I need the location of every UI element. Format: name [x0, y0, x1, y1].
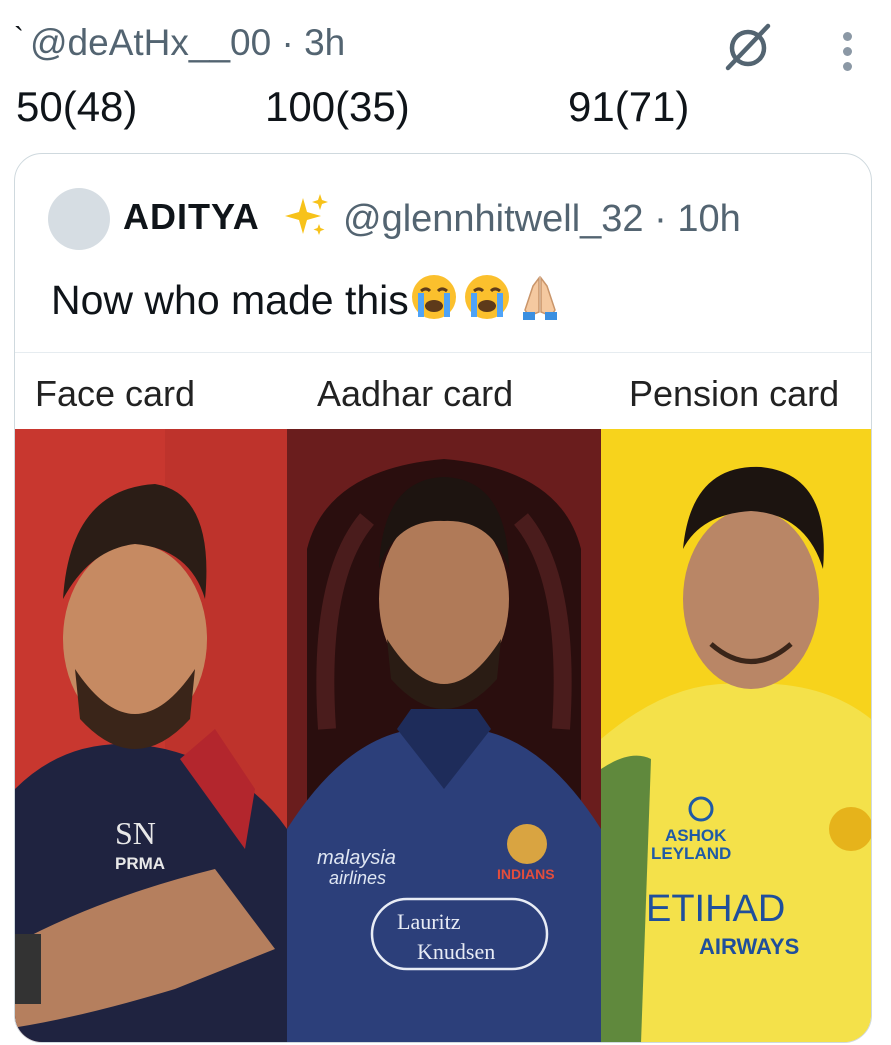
no-circle-icon[interactable]	[722, 20, 774, 72]
quoted-text-body: Now who made this	[51, 277, 409, 323]
quoted-handle-time: @glennhitwell_32 · 10h	[343, 198, 741, 240]
jersey-text-indians: INDIANS	[497, 866, 555, 882]
meme-label-row: Face card Aadhar card Pension card	[15, 353, 871, 429]
jersey-text-etihad: ETIHAD	[646, 888, 785, 930]
crying-face-icon	[411, 275, 456, 319]
label-aadhar-card: Aadhar card	[317, 373, 514, 414]
meme-image[interactable]: Face card Aadhar card Pension card SN PR…	[15, 352, 871, 1042]
tweet-time[interactable]: 3h	[304, 22, 345, 63]
jersey-text-prma: PRMA	[115, 854, 165, 873]
jersey-text-knudsen: Knudsen	[417, 939, 495, 964]
more-vertical-icon[interactable]	[840, 32, 854, 72]
score-2: 100(35)	[265, 83, 410, 130]
author-handle[interactable]: @deAtHx__00	[30, 22, 271, 63]
label-pension-card: Pension card	[629, 373, 840, 414]
label-face-card: Face card	[35, 373, 196, 414]
panel-aadhar-card: malaysia airlines INDIANS Lauritz Knudse…	[287, 429, 601, 1042]
separator-dot: ·	[271, 22, 305, 63]
crying-face-icon	[464, 275, 509, 319]
jersey-text-malaysia: malaysia	[317, 847, 396, 869]
jersey-text-lauritz: Lauritz	[397, 909, 461, 934]
jersey-logo: SN	[115, 815, 156, 851]
jersey-text-leyland: LEYLAND	[651, 844, 731, 863]
quoted-tweet-time[interactable]: 10h	[677, 198, 740, 240]
jersey-text-airways: AIRWAYS	[699, 934, 799, 959]
jersey-text-ashok: ASHOK	[665, 826, 727, 845]
quoted-tweet-card[interactable]: ADITYA @glennhitwell_32 · 10h Now who ma…	[14, 153, 872, 1043]
quoted-author-handle[interactable]: @glennhitwell_32	[343, 198, 644, 240]
folded-hands-icon	[522, 275, 557, 320]
score-1: 50(48)	[16, 83, 138, 130]
quoted-author-name[interactable]: ADITYA	[123, 196, 260, 238]
panel-pension-card: ASHOK LEYLAND ETIHAD AIRWAYS	[601, 429, 871, 1042]
tweet-header: ` @deAtHx__00 · 3h	[14, 22, 345, 64]
sparkles-icon	[285, 194, 328, 235]
jersey-text-airlines: airlines	[329, 868, 386, 888]
score-3: 91(71)	[568, 83, 690, 130]
backtick-mark: `	[14, 22, 24, 55]
avatar[interactable]	[48, 188, 110, 250]
quoted-tweet-text: Now who made this	[51, 272, 568, 324]
panel-face-card: SN PRMA	[15, 429, 287, 1042]
